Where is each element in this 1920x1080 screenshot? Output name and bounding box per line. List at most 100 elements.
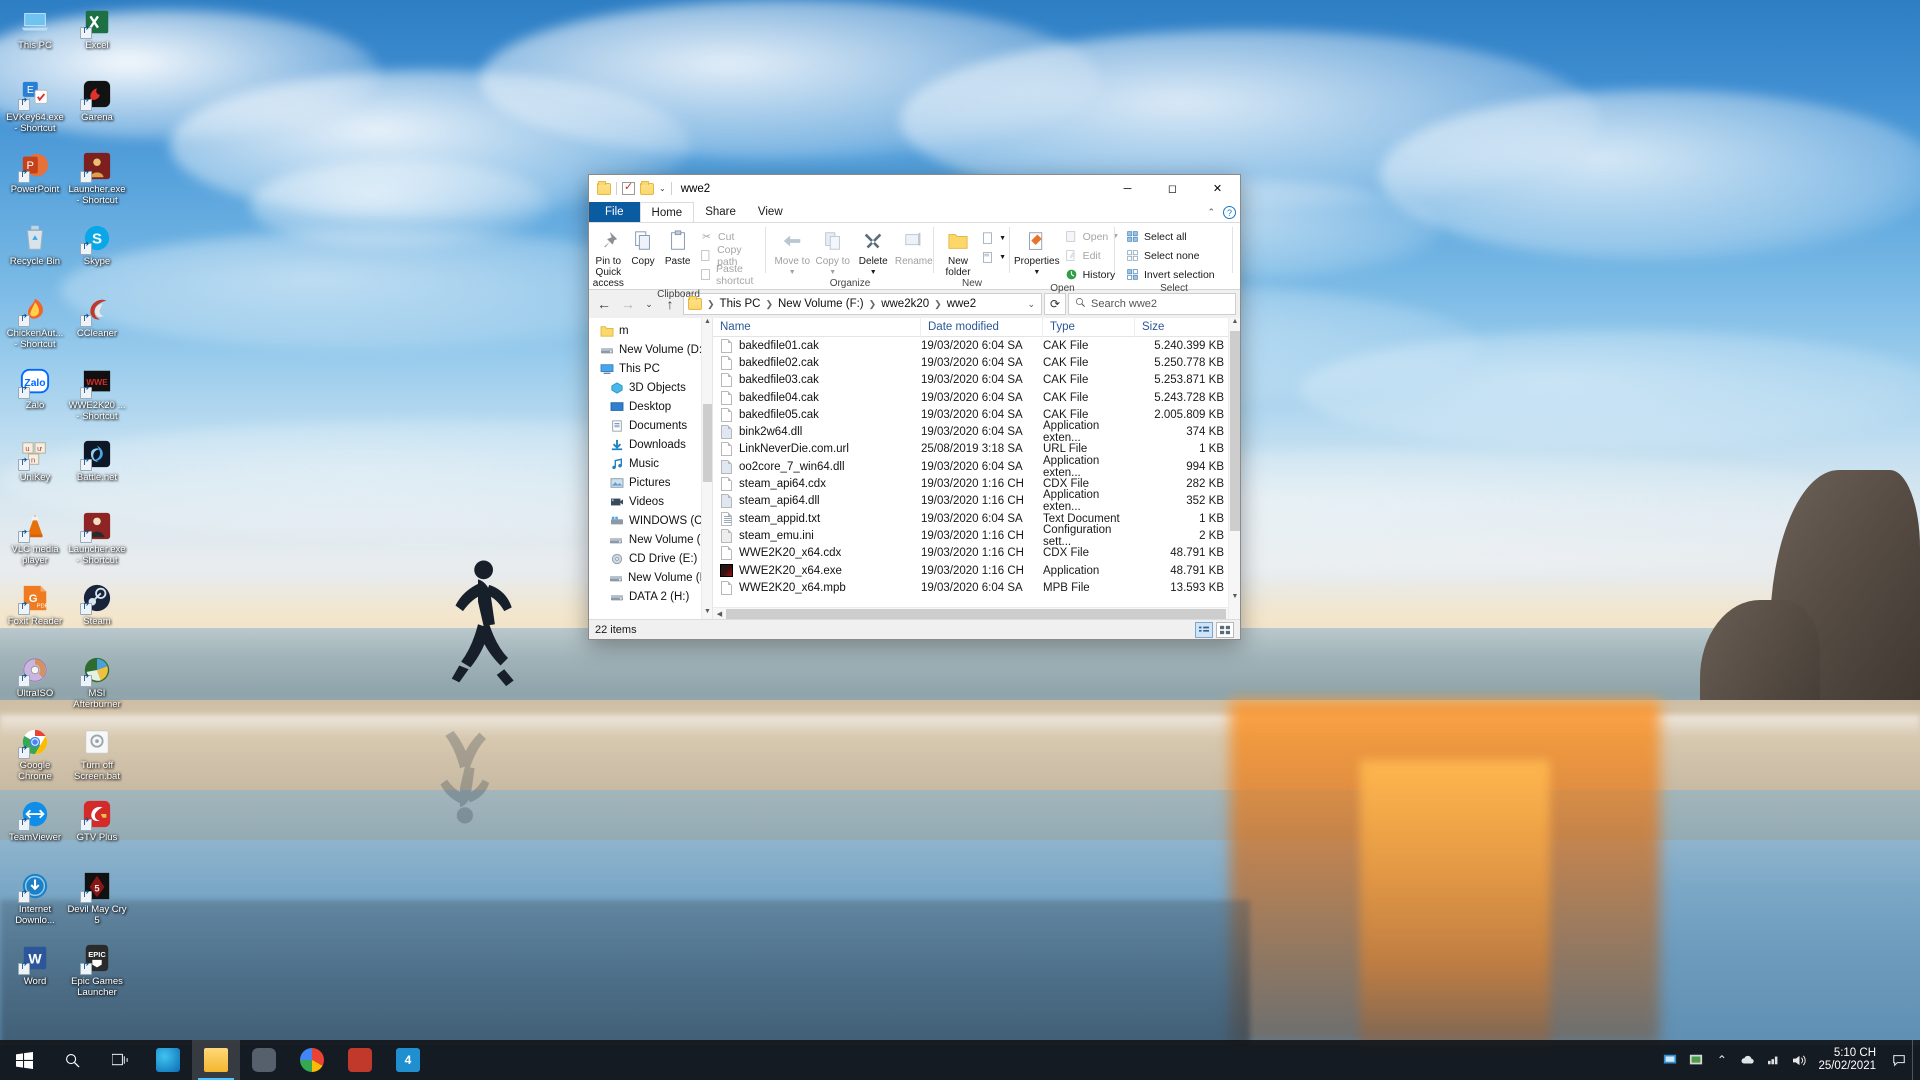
desktop-icon-zalo[interactable]: ZaloZalo xyxy=(4,366,66,435)
details-view-icon[interactable] xyxy=(1195,622,1213,638)
desktop-icon-dmc5[interactable]: 5Devil May Cry 5 xyxy=(66,870,128,939)
scroll-up-arrow[interactable]: ▲ xyxy=(1229,318,1240,331)
file-row[interactable]: oo2core_7_win64.dll19/03/2020 6:04 SAApp… xyxy=(713,458,1240,475)
desktop-icon-computer[interactable]: This PC xyxy=(4,6,66,75)
column-header-name[interactable]: Name ⌃ xyxy=(713,318,921,337)
select-none-button[interactable]: Select none xyxy=(1121,247,1219,264)
column-header-date[interactable]: Date modified xyxy=(921,318,1043,337)
nav-item-new-volume-d[interactable]: New Volume (D: xyxy=(589,530,712,549)
desktop-icon-chrome[interactable]: Google Chrome xyxy=(4,726,66,795)
minimize-button[interactable]: ─ xyxy=(1105,175,1150,202)
desktop-icon-bat-script[interactable]: Turn off Screen.bat xyxy=(66,726,128,795)
file-row[interactable]: steam_appid.txt19/03/2020 6:04 SAText Do… xyxy=(713,510,1240,527)
open-button[interactable]: Open ▼ xyxy=(1060,228,1124,245)
chevron-down-icon[interactable]: ▼ xyxy=(829,267,836,278)
window-title-bar[interactable]: ⌄ wwe2 ─ ◻ ✕ xyxy=(589,175,1240,202)
desktop-icon-epic-games[interactable]: EPICEpic Games Launcher xyxy=(66,942,128,1011)
desktop-icon-powerpoint[interactable]: PPowerPoint xyxy=(4,150,66,219)
copy-to-button[interactable]: Copy to ▼ xyxy=(813,226,854,278)
file-row[interactable]: bakedfile02.cak19/03/2020 6:04 SACAK Fil… xyxy=(713,354,1240,371)
copy-path-button[interactable]: Copy path xyxy=(695,247,766,264)
desktop-icon-wwe2k20[interactable]: WWEWWE2K20 ... - Shortcut xyxy=(66,366,128,435)
system-tray[interactable]: ⌃ xyxy=(1661,1052,1814,1069)
file-row[interactable]: LinkNeverDie.com.url25/08/2019 3:18 SAUR… xyxy=(713,441,1240,458)
desktop-icon-skype[interactable]: SSkype xyxy=(66,222,128,291)
scrollbar-thumb[interactable] xyxy=(1230,331,1240,531)
paste-shortcut-button[interactable]: Paste shortcut xyxy=(695,266,766,283)
file-row[interactable]: bink2w64.dll19/03/2020 6:04 SAApplicatio… xyxy=(713,423,1240,440)
nav-item-new-volume-d[interactable]: New Volume (D: xyxy=(589,340,712,359)
navigation-pane-scrollbar[interactable]: ▲ ▼ xyxy=(701,318,712,619)
select-all-button[interactable]: Select all xyxy=(1121,228,1219,245)
file-row[interactable]: steam_emu.ini19/03/2020 1:16 CHConfigura… xyxy=(713,527,1240,544)
breadcrumb-item-3[interactable]: wwe2 xyxy=(945,298,978,310)
volume-icon[interactable] xyxy=(1791,1052,1808,1069)
file-list-scrollbar[interactable]: ▲ ▼ xyxy=(1228,318,1240,619)
chevron-up-icon[interactable]: ⌃ xyxy=(1207,207,1215,218)
refresh-button[interactable]: ⟳ xyxy=(1044,293,1066,315)
ribbon-right-controls[interactable]: ⌃ ? xyxy=(1207,202,1236,223)
desktop-icon-gtv-plus[interactable]: GTV Plus xyxy=(66,798,128,867)
new-folder-icon[interactable] xyxy=(640,183,654,195)
file-row[interactable]: bakedfile05.cak19/03/2020 6:04 SACAK Fil… xyxy=(713,406,1240,423)
breadcrumb-item-1[interactable]: New Volume (F:) xyxy=(776,298,866,310)
hscrollbar-thumb[interactable] xyxy=(726,609,1226,619)
nav-item-downloads[interactable]: Downloads xyxy=(589,435,712,454)
nav-item-cd-drive-e[interactable]: CD Drive (E:) xyxy=(589,549,712,568)
search-icon[interactable] xyxy=(48,1040,96,1080)
chevron-down-icon[interactable]: ▼ xyxy=(1033,267,1040,278)
scroll-up-arrow[interactable]: ▲ xyxy=(702,318,713,329)
paste-button[interactable]: Paste xyxy=(660,226,695,267)
scroll-left-arrow[interactable]: ◀ xyxy=(713,610,726,618)
history-button[interactable]: History xyxy=(1060,266,1124,283)
help-icon[interactable]: ? xyxy=(1223,206,1236,219)
tray-app-blue-icon[interactable] xyxy=(1661,1052,1678,1069)
nav-item-desktop[interactable]: Desktop xyxy=(589,397,712,416)
column-header-size[interactable]: Size xyxy=(1135,318,1240,337)
file-row[interactable]: WWE2K20_x64.exe19/03/2020 1:16 CHApplica… xyxy=(713,562,1240,579)
delete-button[interactable]: Delete ▼ xyxy=(853,226,894,278)
tab-home[interactable]: Home xyxy=(640,202,695,222)
desktop-icon-launcher2[interactable]: Launcher.exe - Shortcut xyxy=(66,510,128,579)
chevron-down-icon[interactable]: ▼ xyxy=(789,267,796,278)
desktop-icon-word[interactable]: WWord xyxy=(4,942,66,1011)
nav-item-videos[interactable]: Videos xyxy=(589,492,712,511)
column-header-type[interactable]: Type xyxy=(1043,318,1135,337)
desktop-icon-ccleaner[interactable]: CCleaner xyxy=(66,294,128,363)
desktop-icon-vlc[interactable]: VLC media player xyxy=(4,510,66,579)
file-row[interactable]: WWE2K20_x64.cdx19/03/2020 1:16 CHCDX Fil… xyxy=(713,545,1240,562)
nav-item-documents[interactable]: Documents xyxy=(589,416,712,435)
cut-button[interactable]: ✂ Cut xyxy=(695,228,766,245)
file-list-pane[interactable]: Name ⌃ Date modified Type Size bakedfile… xyxy=(713,318,1240,619)
file-list-hscrollbar[interactable]: ◀ ▶ xyxy=(713,607,1228,619)
nav-item-new-volume-f[interactable]: New Volume (F:) xyxy=(589,568,712,587)
large-icons-view-icon[interactable] xyxy=(1216,622,1234,638)
file-row[interactable]: bakedfile03.cak19/03/2020 6:04 SACAK Fil… xyxy=(713,372,1240,389)
file-row[interactable]: bakedfile04.cak19/03/2020 6:04 SACAK Fil… xyxy=(713,389,1240,406)
move-to-button[interactable]: Move to ▼ xyxy=(772,226,813,278)
file-row[interactable]: steam_api64.cdx19/03/2020 1:16 CHCDX Fil… xyxy=(713,475,1240,492)
desktop-icon-teamviewer[interactable]: TeamViewer xyxy=(4,798,66,867)
chevron-down-icon[interactable]: ▼ xyxy=(999,254,1006,261)
desktop-icon-unikey[interactable]: uưnUniKey xyxy=(4,438,66,507)
search-input[interactable]: Search wwe2 xyxy=(1068,293,1236,315)
easy-access-button[interactable]: ▼ xyxy=(976,249,1010,266)
ribbon[interactable]: Pin to Quick access Copy xyxy=(589,223,1240,290)
copy-button[interactable]: Copy xyxy=(626,226,661,267)
taskbar-app-microsoft-edge[interactable] xyxy=(144,1040,192,1080)
taskbar-app-file-explorer[interactable] xyxy=(192,1040,240,1080)
pin-to-quick-access-button[interactable]: Pin to Quick access xyxy=(591,226,626,289)
tab-file[interactable]: File xyxy=(589,202,640,222)
file-explorer-window[interactable]: ⌄ wwe2 ─ ◻ ✕ File Home Share View ⌃ ? xyxy=(588,174,1241,640)
file-rows[interactable]: bakedfile01.cak19/03/2020 6:04 SACAK Fil… xyxy=(713,337,1240,619)
desktop-icon-recycle-bin[interactable]: Recycle Bin xyxy=(4,222,66,291)
ribbon-tab-bar[interactable]: File Home Share View ⌃ ? xyxy=(589,202,1240,223)
quick-access-toolbar[interactable]: ⌄ xyxy=(597,182,672,195)
nav-item-this-pc[interactable]: This PC xyxy=(589,359,712,378)
edit-button[interactable]: Edit xyxy=(1060,247,1124,264)
scroll-down-arrow[interactable]: ▼ xyxy=(1229,593,1240,606)
onedrive-icon[interactable] xyxy=(1739,1052,1756,1069)
desktop-icon-excel[interactable]: Excel xyxy=(66,6,128,75)
tab-view[interactable]: View xyxy=(747,202,794,222)
network-icon[interactable] xyxy=(1765,1052,1782,1069)
